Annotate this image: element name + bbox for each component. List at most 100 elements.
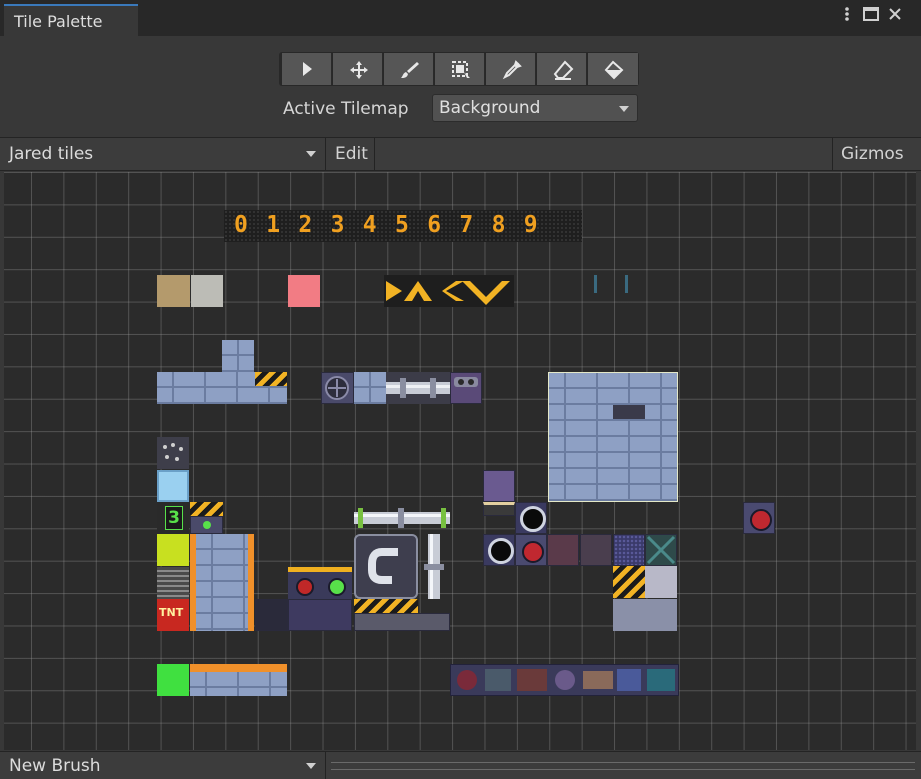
purple-block-tile[interactable] bbox=[483, 470, 515, 502]
pipe-tiles[interactable] bbox=[386, 372, 450, 404]
robot-tile[interactable] bbox=[450, 372, 482, 404]
edit-button[interactable]: Edit bbox=[326, 138, 375, 170]
slime-brick-row[interactable] bbox=[190, 664, 287, 696]
digit-counter-tiles[interactable]: 0123456789 bbox=[224, 210, 582, 242]
digit-tile[interactable]: 6 bbox=[427, 212, 441, 238]
close-icon[interactable] bbox=[886, 6, 904, 26]
hole-icon bbox=[520, 506, 546, 532]
digit-tile[interactable]: 5 bbox=[395, 212, 409, 238]
hazard-stripe-tile[interactable] bbox=[190, 502, 223, 516]
tile-palette-grid[interactable]: 0123456789 3 TNT bbox=[4, 172, 916, 750]
fan-vent-tile[interactable] bbox=[321, 372, 354, 404]
digit-tile[interactable]: 7 bbox=[459, 212, 473, 238]
dark-red-tile[interactable] bbox=[547, 534, 579, 566]
hole-icon bbox=[488, 538, 514, 564]
vent-tile[interactable] bbox=[157, 567, 189, 599]
mesh-tile[interactable] bbox=[613, 534, 645, 566]
green-light-icon bbox=[328, 578, 346, 596]
sand-tile[interactable] bbox=[157, 275, 190, 307]
brush-icon bbox=[401, 62, 419, 78]
select-tool-button[interactable] bbox=[282, 53, 332, 85]
paint-tool-button[interactable] bbox=[384, 53, 434, 85]
gizmos-button[interactable]: Gizmos bbox=[832, 138, 915, 170]
digit-tile[interactable]: 2 bbox=[298, 212, 312, 238]
vertical-pipe-tiles[interactable] bbox=[418, 534, 450, 599]
digit-tile[interactable]: 8 bbox=[492, 212, 506, 238]
active-tilemap-dropdown[interactable]: Background bbox=[432, 94, 638, 122]
door-tile[interactable] bbox=[580, 534, 612, 566]
number-label: 3 bbox=[165, 506, 183, 530]
move-tool-button[interactable] bbox=[333, 53, 383, 85]
hazard-stripe-tile[interactable] bbox=[255, 372, 287, 386]
stone-tile[interactable] bbox=[191, 275, 223, 307]
palette-dropdown[interactable]: Jared tiles bbox=[0, 138, 326, 170]
digit-tile[interactable]: 9 bbox=[524, 212, 538, 238]
kebab-menu-icon[interactable] bbox=[838, 6, 856, 26]
gizmos-label: Gizmos bbox=[841, 144, 904, 164]
palette-name: Jared tiles bbox=[9, 144, 94, 164]
cloud-base-tiles[interactable] bbox=[613, 599, 677, 631]
digit-tile[interactable]: 3 bbox=[331, 212, 345, 238]
tab-tile-palette[interactable]: Tile Palette bbox=[4, 4, 138, 36]
cloud-tile[interactable] bbox=[645, 566, 677, 598]
box-fill-tool-button[interactable] bbox=[435, 53, 485, 85]
valve-icon bbox=[522, 541, 544, 563]
ice-tile[interactable] bbox=[157, 470, 189, 502]
pipe-junction-tile[interactable] bbox=[354, 534, 418, 599]
eraser-icon bbox=[553, 60, 574, 80]
digit-tile[interactable]: 4 bbox=[363, 212, 377, 238]
chevron-down-icon bbox=[306, 763, 316, 769]
move-arrows-icon bbox=[350, 61, 368, 79]
machine-tiles[interactable] bbox=[288, 567, 352, 599]
black-hole-tile[interactable] bbox=[483, 534, 515, 566]
fill-tool-button[interactable] bbox=[588, 53, 638, 85]
pole-tile[interactable] bbox=[594, 275, 597, 293]
horizontal-pipe-tiles[interactable] bbox=[354, 502, 450, 534]
arrow-sign-tiles[interactable] bbox=[384, 275, 514, 307]
box-select-icon bbox=[452, 61, 470, 78]
dark-block-tile[interactable] bbox=[255, 599, 288, 631]
valve-tile[interactable] bbox=[515, 534, 547, 566]
pink-tile[interactable] bbox=[288, 275, 320, 307]
pole-tile[interactable] bbox=[625, 275, 628, 293]
brick-tile[interactable] bbox=[354, 372, 386, 404]
red-light-icon bbox=[296, 578, 314, 596]
erase-tool-button[interactable] bbox=[537, 53, 587, 85]
yellow-green-tile[interactable] bbox=[157, 534, 189, 566]
spike-tile[interactable] bbox=[157, 437, 189, 469]
tool-toolbar bbox=[279, 52, 639, 86]
active-tilemap-value: Background bbox=[439, 98, 541, 118]
valve-icon bbox=[750, 509, 772, 531]
machine-base-tiles[interactable] bbox=[288, 599, 352, 631]
arrow-cursor-icon bbox=[303, 62, 312, 76]
digit-tile[interactable]: 0 bbox=[234, 212, 248, 238]
tnt-tile[interactable]: TNT bbox=[157, 599, 189, 631]
valve-tile[interactable] bbox=[743, 502, 775, 534]
hazard-block-tile[interactable] bbox=[613, 566, 645, 598]
picker-tool-button[interactable] bbox=[486, 53, 536, 85]
green-light-icon bbox=[203, 521, 211, 529]
light-tile[interactable] bbox=[190, 516, 223, 534]
brick-wall-tiles[interactable] bbox=[548, 372, 678, 502]
chevron-down-icon bbox=[619, 106, 629, 112]
maximize-icon[interactable] bbox=[862, 6, 880, 26]
black-hole-tile[interactable] bbox=[515, 502, 547, 534]
machine-part-tiles[interactable] bbox=[450, 664, 679, 696]
green-tile[interactable] bbox=[157, 664, 189, 696]
brush-dropdown[interactable]: New Brush bbox=[0, 752, 326, 779]
platform-tile[interactable] bbox=[483, 502, 515, 516]
title-bar: Tile Palette bbox=[0, 0, 921, 36]
tab-title: Tile Palette bbox=[14, 12, 103, 31]
brush-bar: New Brush bbox=[0, 751, 921, 779]
splitter-handle[interactable] bbox=[331, 762, 915, 770]
brick-tile[interactable] bbox=[222, 340, 254, 372]
number-tile[interactable]: 3 bbox=[157, 502, 189, 534]
paint-bucket-icon bbox=[604, 60, 624, 80]
palette-bar: Jared tiles Edit Gizmos bbox=[0, 137, 921, 171]
pipe-base-tiles[interactable] bbox=[354, 613, 450, 631]
digit-tile[interactable]: 1 bbox=[266, 212, 280, 238]
slime-brick-column[interactable] bbox=[190, 534, 254, 631]
hazard-stripe-tile[interactable] bbox=[354, 599, 418, 613]
crate-tile[interactable] bbox=[645, 534, 677, 566]
edit-label: Edit bbox=[335, 144, 368, 164]
